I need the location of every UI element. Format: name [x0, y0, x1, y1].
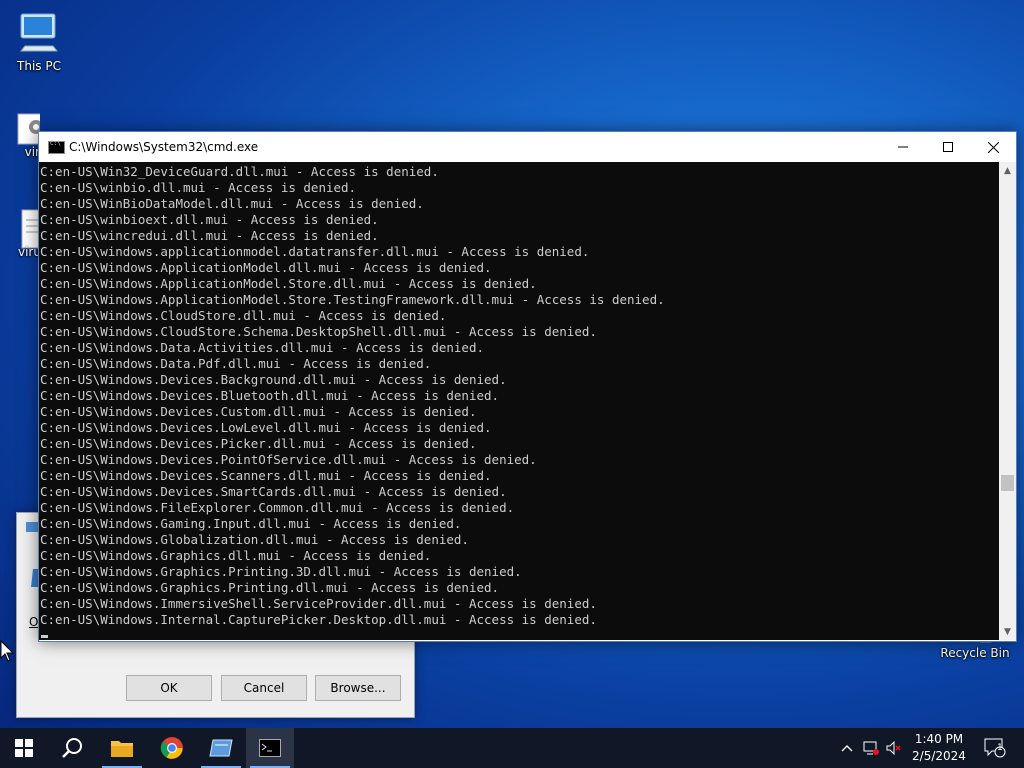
console-line: C:en-US\Windows.Devices.Picker.dll.mui -…: [40, 436, 477, 451]
run-dialog-icon: [209, 739, 233, 757]
maximize-button[interactable]: [925, 132, 971, 162]
mouse-pointer-icon: [0, 640, 14, 662]
scroll-up-arrow-icon[interactable]: ▲: [999, 162, 1016, 179]
console-line: C:en-US\WinBioDataModel.dll.mui - Access…: [40, 196, 424, 211]
computer-icon: [19, 13, 59, 52]
maximize-icon: [943, 142, 953, 152]
ok-button[interactable]: OK: [126, 675, 212, 701]
console-line: C:en-US\windows.applicationmodel.datatra…: [40, 244, 590, 259]
desktop-icon-this-pc[interactable]: This PC: [2, 10, 76, 73]
close-button[interactable]: [970, 132, 1016, 162]
clock-time: 1:40 PM: [914, 732, 964, 746]
console-output[interactable]: C:en-US\Win32_DeviceGuard.dll.mui - Acce…: [39, 162, 999, 640]
console-line: C:en-US\Windows.Internal.CapturePicker.D…: [40, 612, 597, 627]
console-line: C:en-US\Windows.ImmersiveShell.ServicePr…: [40, 596, 597, 611]
console-line: C:en-US\Windows.Devices.Background.dll.m…: [40, 372, 507, 387]
console-line: C:en-US\Win32_DeviceGuard.dll.mui - Acce…: [40, 164, 439, 179]
taskbar-clock[interactable]: 1:40 PM 2/5/2024: [903, 731, 975, 765]
clock-date: 2/5/2024: [912, 749, 966, 763]
cmd-window-title: C:\Windows\System32\cmd.exe: [69, 140, 259, 154]
desktop-icon-viru[interactable]: viru: [2, 208, 40, 259]
close-icon: [987, 141, 999, 153]
console-line: C:en-US\Windows.ApplicationModel.Store.T…: [40, 292, 665, 307]
search-button[interactable]: [48, 728, 96, 768]
console-line: C:en-US\Windows.Data.Pdf.dll.mui - Acces…: [40, 356, 432, 371]
minimize-button[interactable]: [880, 132, 926, 162]
console-line: C:en-US\winbioext.dll.mui - Access is de…: [40, 212, 379, 227]
console-line: C:en-US\winbio.dll.mui - Access is denie…: [40, 180, 357, 195]
chrome-icon: [160, 737, 183, 759]
start-button[interactable]: [0, 728, 48, 768]
file-explorer-icon: [111, 741, 133, 757]
show-hidden-icons-button[interactable]: [837, 728, 857, 768]
network-status-button[interactable]: [860, 728, 882, 768]
taskbar-chrome[interactable]: [148, 728, 196, 768]
volume-muted-icon: [886, 741, 901, 755]
cancel-button[interactable]: Cancel: [221, 675, 307, 701]
browse-button[interactable]: Browse...: [315, 675, 401, 701]
scrollbar-thumb[interactable]: [1001, 475, 1014, 491]
network-icon: [863, 741, 879, 755]
console-line: C:en-US\Windows.Devices.Bluetooth.dll.mu…: [40, 388, 500, 403]
console-text: C:en-US\Win32_DeviceGuard.dll.mui - Acce…: [39, 162, 999, 628]
desktop-icon-vir[interactable]: vir: [2, 112, 40, 159]
notification-count-badge: 1: [997, 743, 1003, 753]
console-line: C:en-US\Windows.Devices.SmartCards.dll.m…: [40, 484, 507, 499]
taskbar-file-explorer[interactable]: [98, 728, 146, 768]
console-line: C:en-US\Windows.Globalization.dll.mui - …: [40, 532, 469, 547]
cmd-icon: [259, 739, 281, 757]
chevron-up-icon: [841, 745, 853, 752]
console-line: C:en-US\Windows.CloudStore.Schema.Deskto…: [40, 324, 597, 339]
desktop-icon-label: Recycle Bin: [940, 646, 1010, 660]
minimize-icon: [898, 146, 908, 148]
console-line: C:en-US\Windows.Devices.Custom.dll.mui -…: [40, 404, 477, 419]
taskbar: 1:40 PM 2/5/2024 1: [0, 728, 1024, 768]
console-line: C:en-US\Windows.ApplicationModel.dll.mui…: [40, 260, 492, 275]
console-line: C:en-US\Windows.CloudStore.dll.mui - Acc…: [40, 308, 447, 323]
console-line: C:en-US\Windows.Graphics.Printing.3D.dll…: [40, 564, 522, 579]
desktop-icon-label: This PC: [17, 59, 61, 73]
vertical-scrollbar[interactable]: ▲ ▼: [999, 162, 1016, 640]
search-icon: [62, 738, 82, 758]
console-line: C:en-US\Windows.Graphics.dll.mui - Acces…: [40, 548, 432, 563]
console-cursor: [41, 635, 48, 638]
settings-file-icon: [17, 113, 40, 145]
notification-center-button[interactable]: 1: [978, 728, 1012, 768]
console-line: C:en-US\Windows.Devices.Scanners.dll.mui…: [40, 468, 492, 483]
console-line: C:en-US\Windows.Graphics.Printing.dll.mu…: [40, 580, 500, 595]
cmd-app-icon: [48, 140, 65, 154]
taskbar-cmd[interactable]: [246, 728, 294, 768]
cmd-window[interactable]: C:\Windows\System32\cmd.exe C:en-US\Win3…: [38, 131, 1017, 642]
console-line: C:en-US\Windows.Data.Activities.dll.mui …: [40, 340, 485, 355]
windows-logo-icon: [15, 739, 33, 757]
volume-button[interactable]: [884, 728, 904, 768]
console-line: C:en-US\Windows.FileExplorer.Common.dll.…: [40, 500, 515, 515]
scroll-down-arrow-icon[interactable]: ▼: [999, 623, 1016, 640]
taskbar-run-dialog[interactable]: [197, 728, 245, 768]
cmd-titlebar[interactable]: C:\Windows\System32\cmd.exe: [39, 132, 1016, 162]
console-line: C:en-US\Windows.Devices.LowLevel.dll.mui…: [40, 420, 492, 435]
console-line: C:en-US\Windows.ApplicationModel.Store.d…: [40, 276, 537, 291]
console-line: C:en-US\Windows.Devices.PointOfService.d…: [40, 452, 537, 467]
console-line: C:en-US\wincredui.dll.mui - Access is de…: [40, 228, 379, 243]
console-line: C:en-US\Windows.Gaming.Input.dll.mui - A…: [40, 516, 462, 531]
